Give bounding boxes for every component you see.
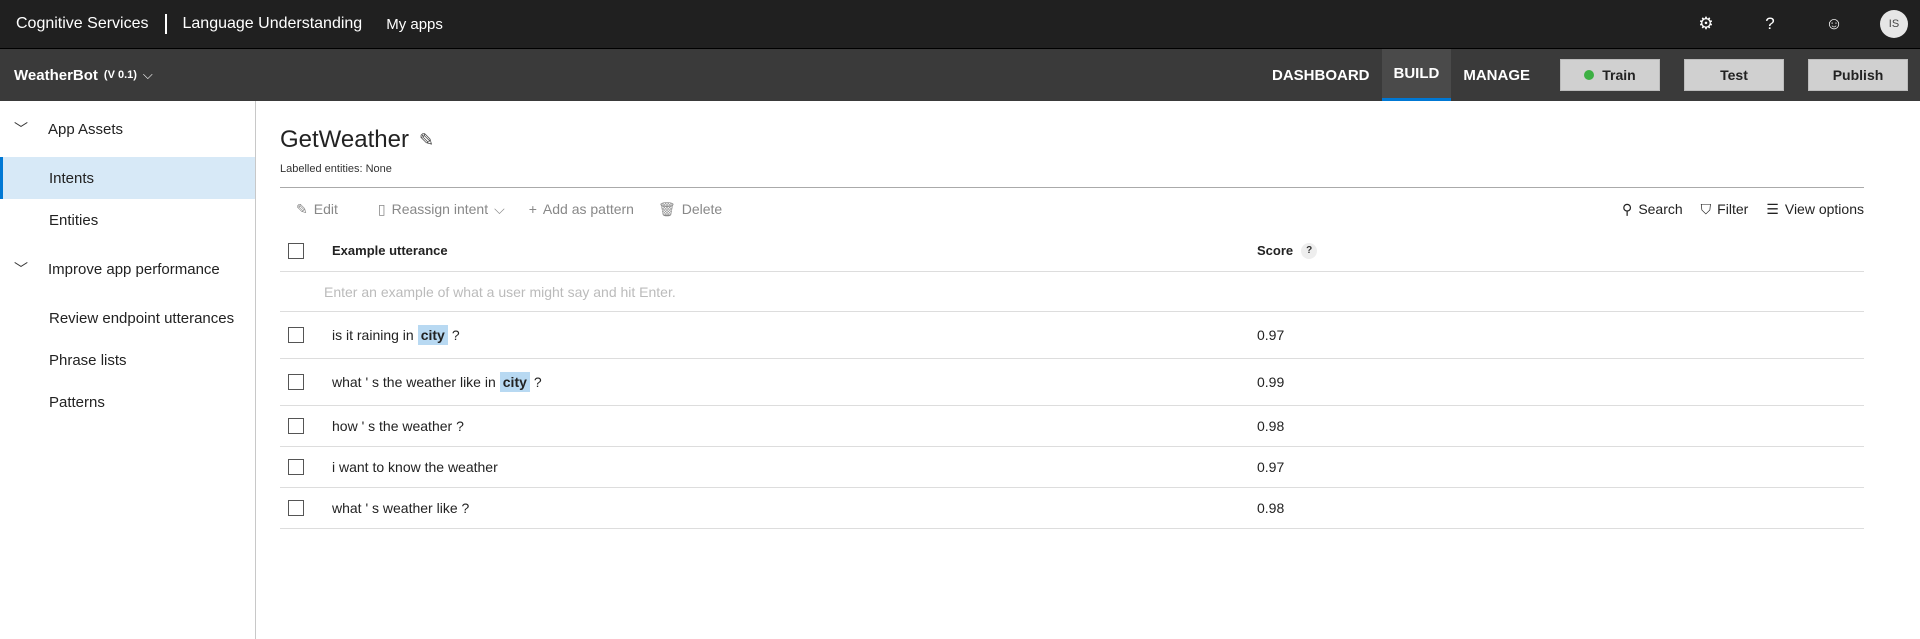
score-label: Score [1257,243,1294,258]
top-bar: Cognitive Services Language Understandin… [0,0,1920,49]
train-button-label: Train [1602,67,1636,83]
table-row[interactable]: what ' s the weather like in city ? 0.99 [280,359,1864,406]
brand-separator [164,14,167,34]
product-title[interactable]: Language Understanding [183,15,363,33]
brand-link[interactable]: Cognitive Services [16,15,149,33]
smiley-icon[interactable]: ☺ [1802,14,1866,34]
train-button[interactable]: Train [1560,59,1660,91]
utterance-text-before: what ' s the weather like in [332,374,496,390]
trash-icon: 🗑 [657,200,676,217]
chevron-down-icon: ⌵ [494,200,505,217]
utterance-text[interactable]: is it raining in city ? [332,325,1257,345]
row-checkbox[interactable] [288,418,304,434]
sidebar: ﹀ App Assets Intents Entities ﹀ Improve … [0,101,256,639]
edit-label: Edit [313,201,338,217]
add-as-pattern-button[interactable]: + Add as pattern [529,201,634,217]
search-label: Search [1638,201,1683,217]
sidebar-item-entities[interactable]: Entities [0,199,255,241]
utterance-text-after: ? [533,374,542,390]
chevron-down-icon[interactable]: ﹀ [14,119,38,139]
title-row: GetWeather ✎ [280,125,1864,155]
sidebar-item-intents[interactable]: Intents [0,157,255,199]
table-row[interactable]: is it raining in city ? 0.97 [280,312,1864,359]
page-layout: ﹀ App Assets Intents Entities ﹀ Improve … [0,101,1920,639]
row-checkbox[interactable] [288,459,304,475]
nav-build[interactable]: BUILD [1381,49,1452,101]
plus-icon: + [528,201,537,217]
utterance-input[interactable]: Enter an example of what a user might sa… [280,272,1864,312]
app-nav: DASHBOARD BUILD MANAGE Train Test Publis… [1260,49,1920,101]
delete-button[interactable]: 🗑 Delete [658,201,722,218]
utterance-text[interactable]: how ' s the weather ? [332,418,1257,434]
reassign-label: Reassign intent [391,201,489,217]
app-bar: WeatherBot (V 0.1) ⌵ DASHBOARD BUILD MAN… [0,49,1920,101]
chevron-down-icon[interactable]: ﹀ [14,259,38,279]
toolbar-right: ⚲ Search ⛉ Filter ☰ View options [1604,201,1864,218]
utterance-text-after: ? [451,327,460,343]
sidebar-item-patterns[interactable]: Patterns [0,381,255,423]
nav-manage[interactable]: MANAGE [1451,49,1542,101]
score-value: 0.97 [1257,327,1285,343]
edit-button[interactable]: ✎ Edit [280,201,338,218]
sidebar-section-label: Improve app performance [48,260,220,278]
publish-button[interactable]: Publish [1808,59,1908,91]
delete-label: Delete [681,201,723,217]
table-row[interactable]: what ' s weather like ? 0.98 [280,488,1864,529]
search-button[interactable]: ⚲ Search [1622,201,1683,218]
reassign-intent-button[interactable]: ▯ Reassign intent ⌵ [362,201,505,218]
column-header-score[interactable]: Score ? [1257,242,1318,259]
main-content: GetWeather ✎ Labelled entities: None ✎ E… [256,101,1920,639]
help-icon[interactable]: ? [1738,14,1802,34]
utterance-text-before: is it raining in [332,327,414,343]
entity-label[interactable]: city [417,325,448,345]
add-pattern-label: Add as pattern [542,201,634,217]
page-title: GetWeather [280,126,409,153]
entity-label[interactable]: city [499,372,530,392]
view-options-label: View options [1784,201,1864,217]
score-value: 0.98 [1257,500,1285,516]
table-row[interactable]: i want to know the weather 0.97 [280,447,1864,488]
score-value: 0.97 [1257,459,1285,475]
pencil-icon: ✎ [296,200,308,217]
view-options-button[interactable]: ☰ View options [1766,201,1864,218]
filter-button[interactable]: ⛉ Filter [1701,201,1749,218]
score-value: 0.99 [1257,374,1285,390]
labelled-entities-text: Labelled entities: None [280,163,392,175]
filter-icon: ⛉ [1700,200,1712,217]
nav-dashboard[interactable]: DASHBOARD [1260,49,1382,101]
sidebar-item-review-endpoint[interactable]: Review endpoint utterances [0,297,255,339]
search-icon: ⚲ [1622,200,1633,217]
chevron-down-icon[interactable]: ⌵ [143,67,153,83]
filter-label: Filter [1717,201,1749,217]
table-header: Example utterance Score ? [280,230,1864,272]
sidebar-section-label: App Assets [48,120,124,138]
column-header-utterance[interactable]: Example utterance [332,243,1257,258]
select-all-checkbox[interactable] [288,242,304,259]
table-row[interactable]: how ' s the weather ? 0.98 [280,406,1864,447]
row-checkbox[interactable] [288,500,304,516]
toolbar: ✎ Edit ▯ Reassign intent ⌵ + Add as patt… [280,188,1864,230]
app-version[interactable]: (V 0.1) [104,69,137,81]
test-button[interactable]: Test [1684,59,1784,91]
list-icon: ☰ [1766,200,1779,217]
sidebar-section-improve[interactable]: ﹀ Improve app performance [0,241,255,297]
help-icon[interactable]: ? [1301,242,1318,259]
app-name[interactable]: WeatherBot [14,67,98,84]
row-checkbox[interactable] [288,374,304,390]
score-value: 0.98 [1257,418,1285,434]
sidebar-section-app-assets[interactable]: ﹀ App Assets [0,101,255,157]
row-checkbox[interactable] [288,327,304,343]
utterance-text[interactable]: what ' s the weather like in city ? [332,372,1257,392]
status-dot-icon [1584,70,1595,80]
sidebar-item-phrase-lists[interactable]: Phrase lists [0,339,255,381]
utterance-text[interactable]: i want to know the weather [332,459,1257,475]
avatar[interactable]: IS [1880,10,1908,38]
my-apps-link[interactable]: My apps [386,16,443,33]
document-icon: ▯ [377,200,386,217]
top-bar-actions: ⚙ ? ☺ IS [1674,10,1908,38]
utterance-text[interactable]: what ' s weather like ? [332,500,1257,516]
edit-pencil-icon[interactable]: ✎ [419,130,434,151]
gear-icon[interactable]: ⚙ [1674,14,1738,34]
